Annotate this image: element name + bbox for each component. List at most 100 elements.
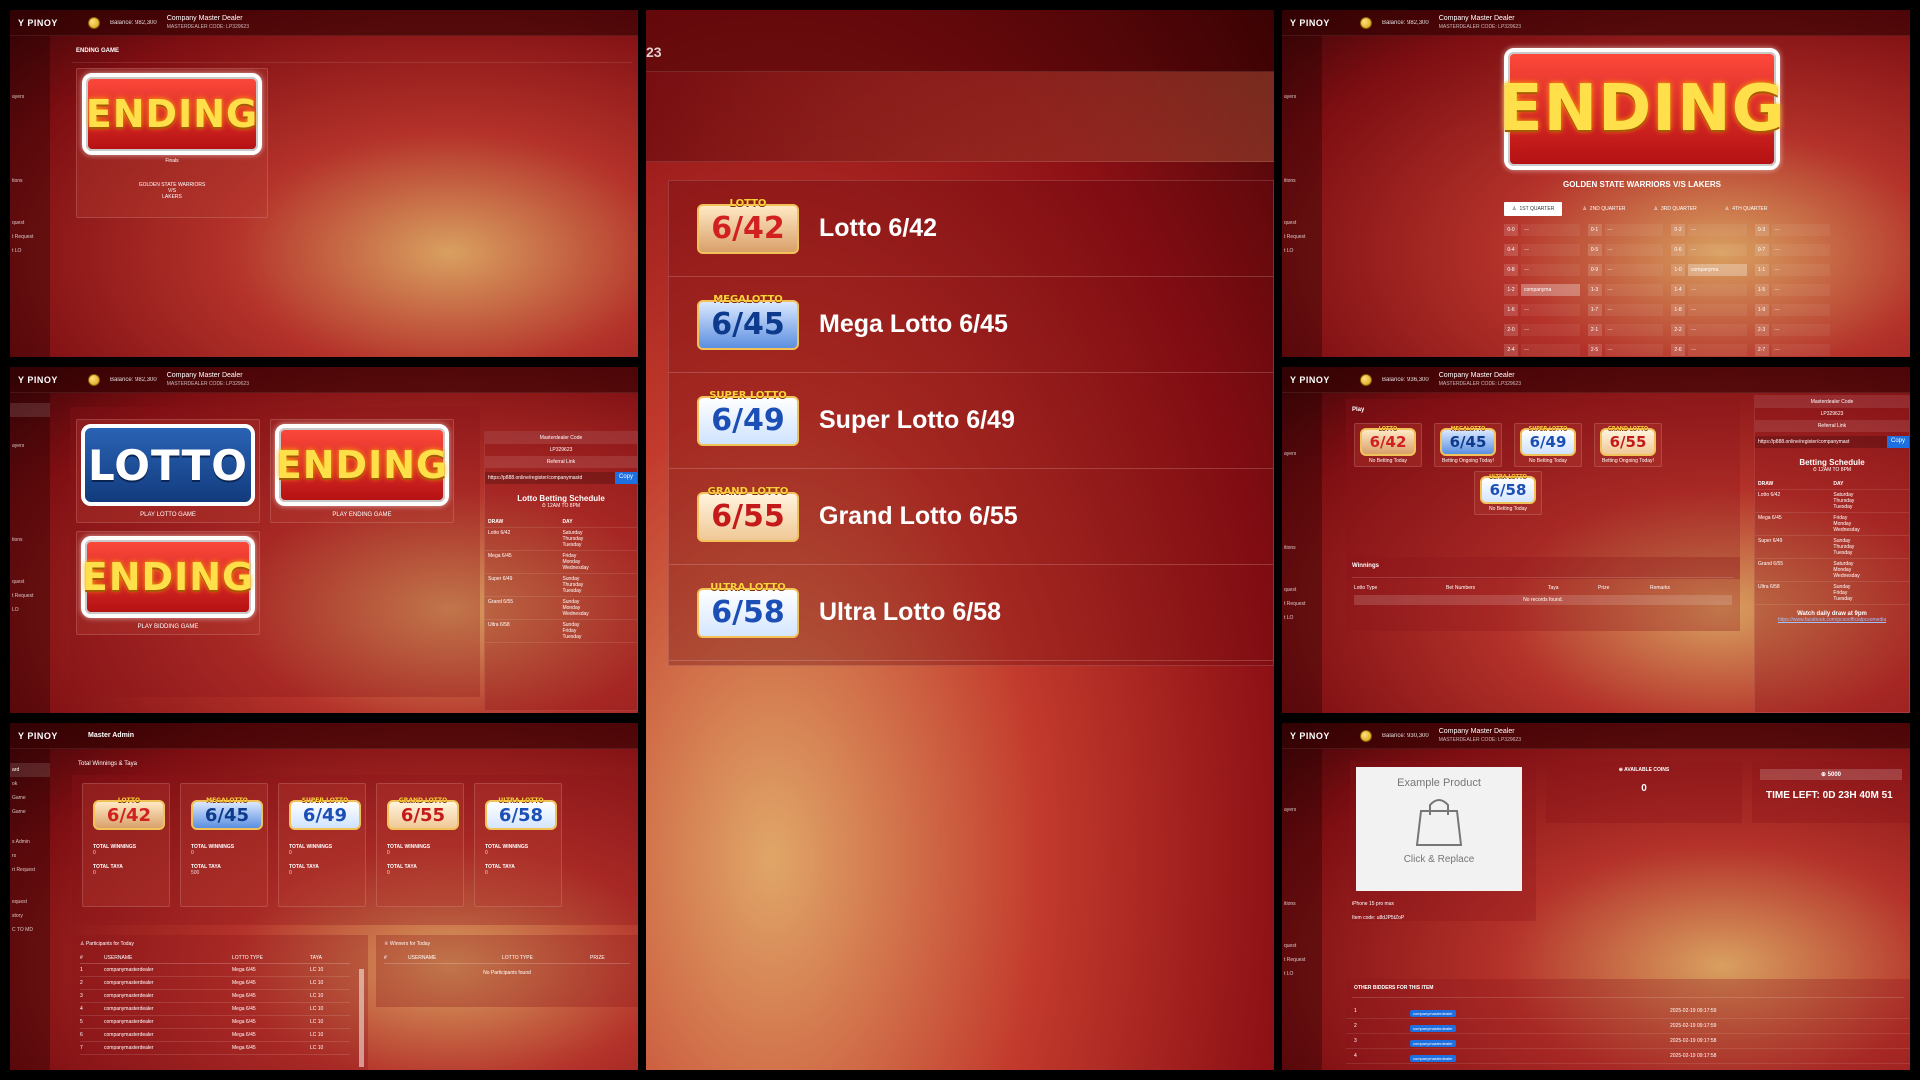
sidebar-item[interactable]: ayers — [1282, 90, 1322, 104]
sidebar-item[interactable]: ok — [10, 777, 50, 791]
sidebar-item[interactable]: rs — [10, 849, 50, 863]
sidebar-item[interactable]: t LO — [1282, 244, 1322, 258]
score-cell[interactable]: 0-2— — [1671, 224, 1747, 236]
list-item[interactable]: GRAND LOTTO 6/55 Grand Lotto 6/55 — [669, 469, 1273, 565]
tab-2nd-quarter[interactable]: ♙ 2ND QUARTER — [1574, 202, 1633, 216]
sidebar-item[interactable]: t Request — [1282, 953, 1322, 967]
sidebar-item[interactable]: quest — [10, 575, 50, 589]
score-cell[interactable]: 2-7— — [1754, 344, 1830, 356]
play-bidding-card[interactable]: ENDING PLAY BIDDING GAME — [76, 531, 260, 635]
sidebar-item[interactable]: t LO — [10, 244, 50, 258]
lotto-game-tile[interactable]: GRAND LOTTO 6/55 Betting Ongoing Today! — [1594, 423, 1662, 467]
score-cell[interactable]: 0-7— — [1754, 244, 1830, 256]
sidebar-item[interactable]: t LO — [1282, 611, 1322, 625]
score-cell[interactable]: 0-8— — [1504, 264, 1580, 276]
sidebar-item[interactable]: itions — [1282, 897, 1322, 911]
sidebar-item[interactable]: quest — [10, 216, 50, 230]
score-cell[interactable]: 2-2— — [1671, 324, 1747, 336]
brand-name[interactable]: Y PINOY — [1290, 375, 1350, 385]
sidebar-item[interactable]: itions — [1282, 174, 1322, 188]
score-cell[interactable]: 0-1— — [1587, 224, 1663, 236]
sidebar-item[interactable]: Game — [10, 791, 50, 805]
sidebar-item[interactable]: quest — [1282, 939, 1322, 953]
sidebar-item[interactable]: itions — [1282, 541, 1322, 555]
row-lotto-type: Mega 6/45 — [232, 993, 256, 999]
score-cell[interactable]: 0-6— — [1671, 244, 1747, 256]
score-cell[interactable]: 0-0— — [1504, 224, 1580, 236]
sidebar-item[interactable]: Game — [10, 805, 50, 819]
sidebar-active-item[interactable]: ard — [10, 763, 50, 777]
product-card[interactable]: Example Product Click & Replace iPhone 1… — [1350, 761, 1536, 921]
score-cell[interactable]: 1-7— — [1587, 304, 1663, 316]
tab-1st-quarter[interactable]: ♙ 1ST QUARTER — [1504, 202, 1563, 216]
list-item[interactable]: SUPER LOTTO 6/49 Super Lotto 6/49 — [669, 373, 1273, 469]
sidebar-item[interactable]: t Request — [1282, 230, 1322, 244]
sidebar-item[interactable]: tions — [10, 533, 50, 547]
bid-amount[interactable]: ⊕ 5000 — [1760, 769, 1902, 780]
score-number: 0-7 — [1754, 244, 1769, 256]
copy-button[interactable]: Copy — [614, 472, 637, 484]
sidebar-item[interactable]: t LO — [1282, 967, 1322, 981]
sidebar-item[interactable]: quest — [1282, 583, 1322, 597]
score-cell[interactable]: 2-3— — [1754, 324, 1830, 336]
sidebar-item[interactable]: C TO MD — [10, 923, 50, 937]
tab-4th-quarter[interactable]: ♙ 4TH QUARTER — [1717, 202, 1776, 216]
score-cell[interactable]: 0-9— — [1587, 264, 1663, 276]
lotto-game-tile[interactable]: ULTRA LOTTO 6/58 No Betting Today — [1474, 471, 1542, 515]
sidebar-item[interactable]: t Request — [10, 589, 50, 603]
lotto-game-tile[interactable]: MEGALOTTO 6/45 Betting Ongoing Today! — [1434, 423, 1502, 467]
score-cell[interactable]: 2-4— — [1504, 344, 1580, 356]
score-cell[interactable]: 2-1— — [1587, 324, 1663, 336]
score-cell[interactable]: 1-1— — [1754, 264, 1830, 276]
sidebar-item[interactable]: t Request — [1282, 597, 1322, 611]
brand-name[interactable]: Y PINOY — [1290, 18, 1350, 28]
row-taya: LC 10 — [310, 967, 324, 973]
copy-button[interactable]: Copy — [1886, 436, 1909, 448]
score-cell[interactable]: 0-3— — [1754, 224, 1830, 236]
sidebar-item[interactable]: ayers — [10, 439, 50, 453]
referral-link-field[interactable]: https://p888.online/register/companymast — [1755, 436, 1887, 448]
sidebar-item[interactable]: s Admin — [10, 835, 50, 849]
sidebar-item[interactable]: ayers — [1282, 447, 1322, 461]
score-cell[interactable]: 1-8— — [1671, 304, 1747, 316]
sidebar-item[interactable]: quest — [1282, 216, 1322, 230]
sidebar-item[interactable]: ayers — [1282, 803, 1322, 817]
tab-3rd-quarter[interactable]: ♙ 3RD QUARTER — [1646, 202, 1705, 216]
lotto-game-tile[interactable]: LOTTO 6/42 No Betting Today — [1354, 423, 1422, 467]
facebook-link[interactable]: https://www.facebook.com/pcsoofficialpcs… — [1755, 617, 1909, 623]
score-cell[interactable]: 0-4— — [1504, 244, 1580, 256]
brand-name[interactable]: Y PINOY — [1290, 731, 1350, 741]
brand-name[interactable]: Y PINOY — [18, 731, 78, 741]
sidebar-item[interactable]: rt Request — [10, 863, 50, 877]
score-cell[interactable]: 1-9— — [1754, 304, 1830, 316]
play-lotto-card[interactable]: LOTTO PLAY LOTTO GAME — [76, 419, 260, 523]
list-item[interactable]: ULTRA LOTTO 6/58 Ultra Lotto 6/58 — [669, 565, 1273, 661]
score-cell[interactable]: 1-4— — [1671, 284, 1747, 296]
brand-name[interactable]: Y PINOY — [18, 375, 78, 385]
score-cell[interactable]: 1-5— — [1754, 284, 1830, 296]
score-cell[interactable]: 0-5— — [1587, 244, 1663, 256]
product-image[interactable]: Example Product Click & Replace — [1356, 767, 1522, 891]
score-cell[interactable]: 1-3— — [1587, 284, 1663, 296]
list-item[interactable]: MEGALOTTO 6/45 Mega Lotto 6/45 — [669, 277, 1273, 373]
lotto-game-tile[interactable]: SUPER LOTTO 6/49 No Betting Today — [1514, 423, 1582, 467]
sidebar-item[interactable]: ayers — [10, 90, 50, 104]
sidebar-item[interactable]: t Request — [10, 230, 50, 244]
ending-game-card[interactable]: ENDING Finals GOLDEN STATE WARRIORS V/S … — [76, 68, 268, 218]
score-cell[interactable]: 1-0 companyma — [1671, 264, 1747, 276]
score-cell[interactable]: 2-0— — [1504, 324, 1580, 336]
score-cell[interactable]: 1-2 companyma — [1504, 284, 1580, 296]
sidebar-item[interactable]: equest — [10, 895, 50, 909]
referral-link-field[interactable]: https://p888.online/register/companymast… — [485, 472, 615, 484]
play-ending-card[interactable]: ENDING PLAY ENDING GAME — [270, 419, 454, 523]
score-cell[interactable]: 2-5— — [1587, 344, 1663, 356]
list-item[interactable]: LOTTO 6/42 Lotto 6/42 — [669, 181, 1273, 277]
scrollbar[interactable] — [359, 969, 364, 1067]
score-cell[interactable]: 1-6— — [1504, 304, 1580, 316]
sidebar-active-item[interactable] — [10, 403, 50, 417]
sidebar-item[interactable]: tions — [10, 174, 50, 188]
brand-name[interactable]: Y PINOY — [18, 18, 78, 28]
sidebar-item[interactable]: story — [10, 909, 50, 923]
score-cell[interactable]: 2-6— — [1671, 344, 1747, 356]
sidebar-item[interactable]: LO — [10, 603, 50, 617]
